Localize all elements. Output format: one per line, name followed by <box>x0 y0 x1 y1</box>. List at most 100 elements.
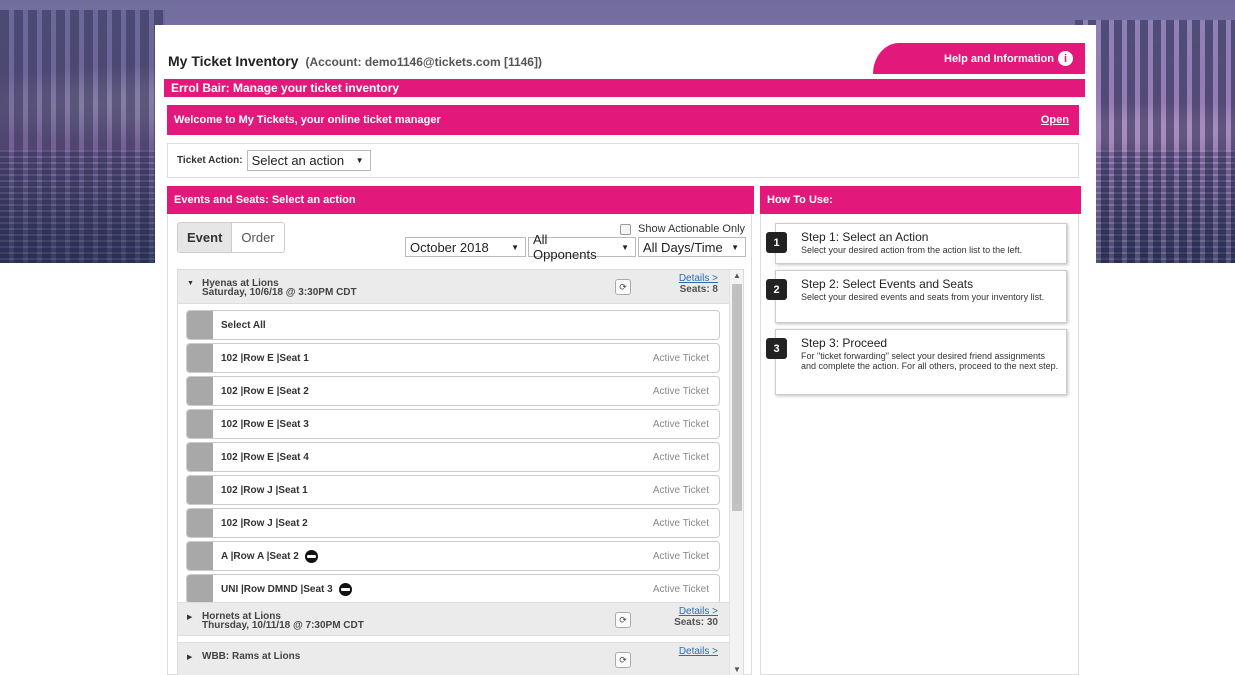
seat-status: Active Ticket <box>652 385 709 397</box>
seat-label: 102 |Row E |Seat 2 <box>221 385 309 397</box>
month-select[interactable]: October 2018 ▼ <box>405 237 526 257</box>
welcome-text: Welcome to My Tickets, your online ticke… <box>174 114 441 126</box>
help-tab[interactable]: Help and Information i <box>873 43 1085 74</box>
seat-row[interactable]: 102 |Row E |Seat 3 Active Ticket <box>186 409 720 439</box>
howto-panel: How To Use: 1 Step 1: Select an Action S… <box>760 186 1081 675</box>
refresh-icon[interactable]: ⟳ <box>615 612 631 628</box>
chevron-down-icon: ▼ <box>511 242 519 252</box>
month-value: October 2018 <box>410 239 489 255</box>
step-number: 1 <box>766 232 787 253</box>
seat-label: 102 |Row E |Seat 1 <box>221 352 309 364</box>
details-link[interactable]: Details > <box>679 647 718 657</box>
seat-row[interactable]: 102 |Row E |Seat 1 Active Ticket <box>186 343 720 373</box>
seat-row[interactable]: UNI |Row DMND |Seat 3 Active Ticket <box>186 574 720 604</box>
seat-row[interactable]: 102 |Row E |Seat 4 Active Ticket <box>186 442 720 472</box>
row-handle[interactable] <box>187 509 213 537</box>
seat-label: UNI |Row DMND |Seat 3 <box>221 582 352 596</box>
row-handle[interactable] <box>187 575 213 603</box>
row-handle[interactable] <box>187 377 213 405</box>
filter-row: October 2018 ▼ All Opponents ▼ All Days/… <box>405 232 746 262</box>
days-value: All Days/Time <box>643 239 723 255</box>
show-actionable-label: Show Actionable Only <box>638 223 746 235</box>
title-row: My Ticket Inventory (Account: demo1146@t… <box>168 53 542 69</box>
seat-count: Seats: 8 <box>679 284 718 295</box>
row-handle[interactable] <box>187 542 213 570</box>
main-card: My Ticket Inventory (Account: demo1146@t… <box>155 25 1096 675</box>
seat-status: Active Ticket <box>652 550 709 562</box>
scroll-thumb[interactable] <box>732 284 742 511</box>
refresh-icon[interactable]: ⟳ <box>615 652 631 668</box>
help-label: Help and Information <box>944 52 1054 65</box>
expand-triangle-icon[interactable]: ▼ <box>187 280 194 287</box>
event-header-hyenas[interactable]: ▼ Hyenas at Lions Saturday, 10/6/18 @ 3:… <box>178 270 730 304</box>
opponents-value: All Opponents <box>533 232 597 262</box>
seat-row[interactable]: 102 |Row J |Seat 1 Active Ticket <box>186 475 720 505</box>
row-handle[interactable] <box>187 443 213 471</box>
chevron-down-icon: ▼ <box>355 156 364 165</box>
ticket-action-value: Select an action <box>251 153 345 168</box>
row-handle[interactable] <box>187 410 213 438</box>
step-number: 3 <box>766 338 787 359</box>
seat-status: Active Ticket <box>652 583 709 595</box>
event-date: Thursday, 10/11/18 @ 7:30PM CDT <box>202 620 364 631</box>
ticket-action-select[interactable]: Select an action ▼ <box>246 150 371 171</box>
welcome-bar: Welcome to My Tickets, your online ticke… <box>167 105 1079 135</box>
list-scrollbar[interactable]: ▲ ▼ <box>729 270 743 675</box>
details-link[interactable]: Details > <box>679 274 718 284</box>
step-desc: Select your desired events and seats fro… <box>801 292 1045 302</box>
event-header-hornets[interactable]: ▶ Hornets at Lions Thursday, 10/11/18 @ … <box>178 602 730 636</box>
event-details: Details > <box>679 647 718 657</box>
seat-status: Active Ticket <box>652 352 709 364</box>
step-1: 1 Step 1: Select an Action Select your d… <box>766 223 1067 264</box>
view-toggle: Event Order <box>177 222 285 253</box>
seat-status: Active Ticket <box>652 451 709 463</box>
seat-label-text: A |Row A |Seat 2 <box>221 550 299 562</box>
seat-label-text: UNI |Row DMND |Seat 3 <box>221 583 333 595</box>
toggle-order[interactable]: Order <box>232 223 283 252</box>
row-handle[interactable] <box>187 311 213 339</box>
event-details: Details > Seats: 8 <box>679 274 718 295</box>
scroll-up-icon[interactable]: ▲ <box>733 271 741 280</box>
seat-row[interactable]: 102 |Row J |Seat 2 Active Ticket <box>186 508 720 538</box>
step-desc: For "ticket forwarding" select your desi… <box>801 351 1059 371</box>
seat-status: Active Ticket <box>652 418 709 430</box>
event-list[interactable]: ▼ Hyenas at Lions Saturday, 10/6/18 @ 3:… <box>177 269 744 675</box>
seat-row[interactable]: 102 |Row E |Seat 2 Active Ticket <box>186 376 720 406</box>
expand-triangle-icon[interactable]: ▶ <box>187 653 192 661</box>
show-actionable-toggle[interactable]: Show Actionable Only <box>620 223 745 235</box>
select-all-row[interactable]: Select All <box>186 310 720 340</box>
seat-label: 102 |Row J |Seat 2 <box>221 517 308 529</box>
seat-count: Seats: 30 <box>674 617 718 628</box>
row-handle[interactable] <box>187 476 213 504</box>
chevron-down-icon: ▼ <box>621 242 629 252</box>
step-3: 3 Step 3: Proceed For "ticket forwarding… <box>766 329 1067 395</box>
refresh-icon[interactable]: ⟳ <box>615 279 631 295</box>
step-title: Step 1: Select an Action <box>801 230 929 244</box>
step-number: 2 <box>766 279 787 300</box>
days-select[interactable]: All Days/Time ▼ <box>638 237 746 257</box>
details-link[interactable]: Details > <box>674 607 718 617</box>
show-actionable-checkbox[interactable] <box>620 223 631 235</box>
seat-label: A |Row A |Seat 2 <box>221 549 318 563</box>
info-icon: i <box>1058 51 1073 66</box>
event-header-rams[interactable]: ▶ WBB: Rams at Lions ⟳ Details > <box>178 642 730 675</box>
seat-row[interactable]: A |Row A |Seat 2 Active Ticket <box>186 541 720 571</box>
event-name: WBB: Rams at Lions <box>202 651 301 662</box>
opponents-select[interactable]: All Opponents ▼ <box>528 232 636 262</box>
event-details: Details > Seats: 30 <box>674 607 718 628</box>
ticket-action-label: Ticket Action: <box>177 155 243 166</box>
step-2: 2 Step 2: Select Events and Seats Select… <box>766 270 1067 323</box>
step-title: Step 2: Select Events and Seats <box>801 277 974 291</box>
seat-label: 102 |Row E |Seat 3 <box>221 418 309 430</box>
events-panel-header: Events and Seats: Select an action <box>167 186 754 214</box>
seat-label: 102 |Row E |Seat 4 <box>221 451 309 463</box>
seat-status: Active Ticket <box>652 484 709 496</box>
page-title: My Ticket Inventory <box>168 53 299 69</box>
scroll-down-icon[interactable]: ▼ <box>733 665 741 674</box>
open-link[interactable]: Open <box>1041 114 1069 126</box>
step-title: Step 3: Proceed <box>801 336 888 350</box>
ticket-action-box: Ticket Action: Select an action ▼ <box>167 143 1079 178</box>
expand-triangle-icon[interactable]: ▶ <box>187 613 192 621</box>
toggle-event[interactable]: Event <box>178 223 233 252</box>
row-handle[interactable] <box>187 344 213 372</box>
